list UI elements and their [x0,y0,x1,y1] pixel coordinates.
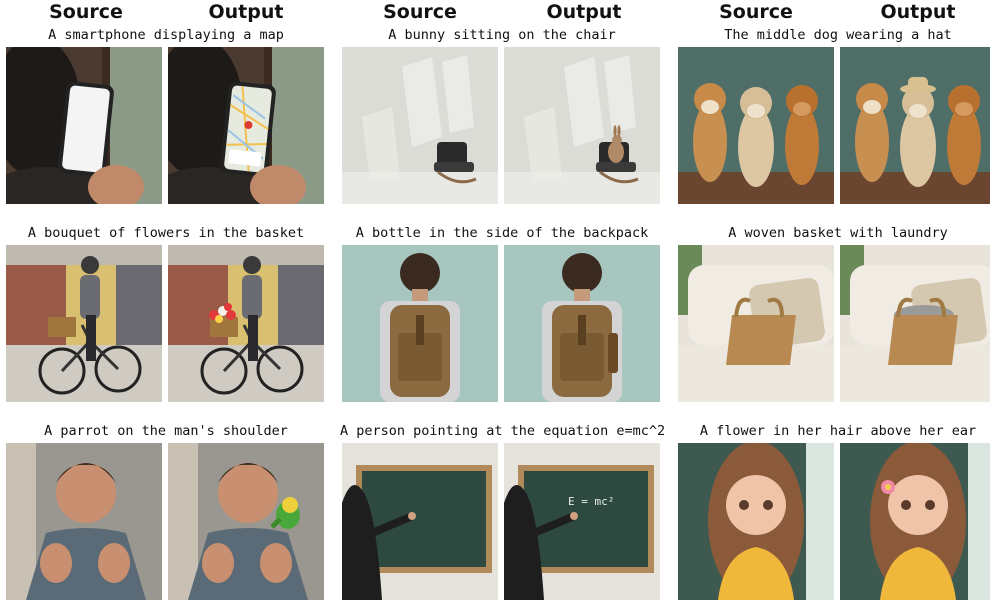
column-header-output-3: Output [880,1,956,23]
image-girl-output [840,443,990,600]
column-header-source-3: Source [719,1,793,23]
column-header-source-2: Source [383,1,457,23]
caption-smartphone-map: A smartphone displaying a map [48,27,284,43]
image-woven-basket-source [678,245,834,402]
image-bicycle-output [168,245,324,402]
caption-flowers-basket: A bouquet of flowers in the basket [27,225,305,241]
image-girl-source [678,443,834,600]
image-smartphone-source [6,47,162,204]
caption-dog-hat: The middle dog wearing a hat [724,27,952,43]
image-dogs-source [678,47,834,204]
caption-bunny-chair: A bunny sitting on the chair [388,27,616,43]
image-woven-basket-output [840,245,990,402]
image-man-source [6,443,162,600]
image-smartphone-output [168,47,324,204]
image-chair-source [342,47,498,204]
image-backpack-output [504,245,660,402]
caption-flower-hair: A flower in her hair above her ear [699,423,977,439]
column-header-output-2: Output [546,1,622,23]
column-header-source-1: Source [49,1,123,23]
caption-woven-basket: A woven basket with laundry [728,225,948,241]
image-man-output [168,443,324,600]
image-chair-output [504,47,660,204]
column-header-output-1: Output [208,1,284,23]
image-chalkboard-output: E = mc² [504,443,660,600]
image-bicycle-source [6,245,162,402]
image-chalkboard-source [342,443,498,600]
caption-bottle-backpack: A bottle in the side of the backpack [355,225,649,241]
caption-parrot-shoulder: A parrot on the man's shoulder [44,423,288,439]
caption-pointing-equation: A person pointing at the equation e=mc^2 [340,423,666,439]
chalkboard-equation: E = mc² [568,495,614,508]
image-backpack-source [342,245,498,402]
image-dogs-output [840,47,990,204]
